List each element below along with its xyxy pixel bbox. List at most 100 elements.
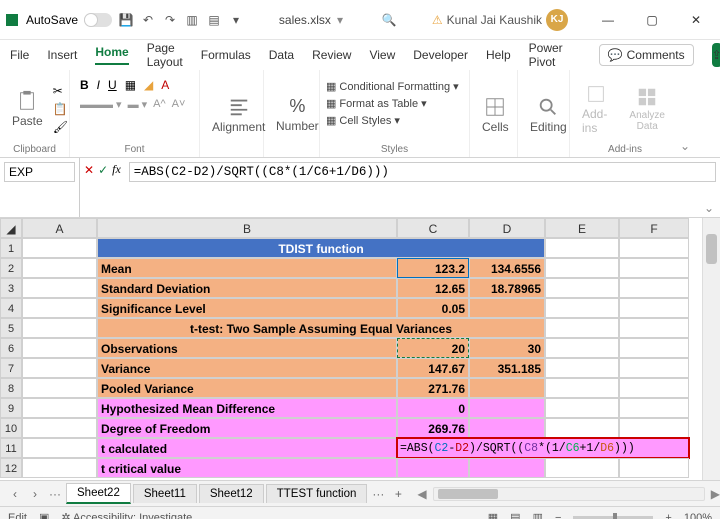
cancel-formula-icon[interactable]: ✕ — [84, 163, 94, 177]
save-icon[interactable]: 💾 — [118, 12, 134, 28]
accept-formula-icon[interactable]: ✓ — [98, 163, 108, 177]
menu-insert[interactable]: Insert — [47, 48, 77, 62]
col-header[interactable]: C — [397, 218, 469, 238]
format-as-table-button[interactable]: ▦ Format as Table ▾ — [326, 97, 427, 110]
user-avatar[interactable]: KJ — [546, 9, 568, 31]
col-header[interactable]: E — [545, 218, 619, 238]
menu-developer[interactable]: Developer — [413, 48, 468, 62]
formula-input[interactable] — [129, 162, 716, 182]
name-box[interactable] — [4, 162, 75, 182]
redo-icon[interactable]: ↷ — [162, 12, 178, 28]
col-header[interactable]: F — [619, 218, 689, 238]
vertical-scrollbar[interactable] — [702, 218, 720, 480]
accessibility-status[interactable]: ✲ Accessibility: Investigate — [61, 511, 192, 519]
col-header[interactable]: D — [469, 218, 545, 238]
cells-button[interactable]: Cells — [476, 94, 515, 136]
menu-data[interactable]: Data — [269, 48, 294, 62]
document-title: sales.xlsx — [279, 13, 331, 27]
maximize-button[interactable]: ▢ — [632, 5, 672, 35]
bold-button[interactable]: B — [80, 78, 89, 92]
cell[interactable] — [22, 238, 97, 258]
row-header[interactable]: 1 — [0, 238, 22, 258]
ribbon: Paste ✂📋🖌 Clipboard B I U ▦ ◢ A ▬▬▬ ▾▬ ▾… — [0, 70, 720, 158]
worksheet-grid[interactable]: ◢ A B C D E F 1 TDIST function 2 Mean 12… — [0, 218, 720, 480]
comments-button[interactable]: 💬 Comments — [599, 44, 694, 66]
select-all-corner[interactable]: ◢ — [0, 218, 22, 238]
zoom-in-icon[interactable]: + — [665, 512, 671, 519]
font-color-button[interactable]: A — [161, 78, 169, 92]
analyze-data-button[interactable]: Analyze Data — [620, 84, 674, 134]
alignment-button[interactable]: Alignment — [206, 94, 271, 136]
new-sheet-button[interactable]: + — [389, 487, 407, 501]
addins-button[interactable]: Add-ins — [576, 81, 616, 137]
sheet-tab[interactable]: TTEST function — [266, 484, 368, 503]
expand-formula-bar-icon[interactable]: ⌄ — [704, 201, 714, 215]
fx-icon[interactable]: fx — [112, 162, 121, 177]
autosave-toggle[interactable] — [84, 13, 112, 27]
menu-home[interactable]: Home — [95, 45, 128, 65]
paste-button[interactable]: Paste — [6, 88, 49, 130]
table-title[interactable]: TDIST function — [97, 238, 545, 258]
fill-color-button[interactable]: ◢ — [144, 78, 153, 92]
autosave-label: AutoSave — [26, 13, 78, 27]
view-normal-icon[interactable]: ▦ — [488, 511, 498, 519]
view-break-icon[interactable]: ▥ — [533, 511, 543, 519]
status-bar: Edit ▣ ✲ Accessibility: Investigate ▦ ▤ … — [0, 506, 720, 519]
col-header[interactable]: A — [22, 218, 97, 238]
cell-c2[interactable]: 123.2 — [397, 258, 469, 278]
user-name: Kunal Jai Kaushik — [447, 13, 542, 27]
search-icon[interactable]: 🔍 — [381, 12, 397, 28]
qat-icon-2[interactable]: ▤ — [206, 12, 222, 28]
cell-d2[interactable]: 134.6556 — [469, 258, 545, 278]
menu-power-pivot[interactable]: Power Pivot — [529, 41, 563, 69]
menu-bar: File Insert Home Page Layout Formulas Da… — [0, 40, 720, 70]
macro-icon[interactable]: ▣ — [39, 511, 49, 519]
minimize-button[interactable]: — — [588, 5, 628, 35]
sheet-tab[interactable]: Sheet11 — [133, 484, 197, 503]
menu-formulas[interactable]: Formulas — [201, 48, 251, 62]
zoom-level[interactable]: 100% — [684, 512, 712, 519]
styles-label: Styles — [326, 144, 463, 155]
qat-dropdown-icon[interactable]: ▾ — [228, 12, 244, 28]
menu-review[interactable]: Review — [312, 48, 351, 62]
zoom-out-icon[interactable]: − — [555, 512, 561, 519]
view-page-icon[interactable]: ▤ — [510, 511, 520, 519]
formula-bar: ✕ ✓ fx ⌄ — [0, 158, 720, 218]
conditional-formatting-button[interactable]: ▦ Conditional Formatting ▾ — [326, 80, 459, 93]
status-mode: Edit — [8, 512, 27, 519]
col-header[interactable]: B — [97, 218, 397, 238]
tab-prev-icon[interactable]: ‹ — [6, 487, 24, 501]
sheet-tabs: ‹ › ··· Sheet22 Sheet11 Sheet12 TTEST fu… — [0, 480, 720, 506]
cell-c6[interactable]: 20 — [397, 338, 469, 358]
cell-d6[interactable]: 30 — [469, 338, 545, 358]
menu-page-layout[interactable]: Page Layout — [147, 41, 183, 69]
sheet-tab[interactable]: Sheet12 — [199, 484, 264, 503]
cut-icon[interactable]: ✂ — [53, 84, 68, 98]
format-painter-icon[interactable]: 🖌 — [53, 120, 68, 134]
tab-more-icon[interactable]: ··· — [46, 487, 64, 501]
font-label: Font — [76, 144, 193, 155]
underline-button[interactable]: U — [108, 78, 117, 92]
menu-file[interactable]: File — [10, 48, 29, 62]
editing-button[interactable]: Editing — [524, 94, 573, 136]
share-button[interactable]: ⇪ — [712, 43, 720, 67]
sheet-tab[interactable]: Sheet22 — [66, 483, 131, 504]
italic-button[interactable]: I — [97, 78, 100, 92]
menu-view[interactable]: View — [369, 48, 395, 62]
border-button[interactable]: ▦ — [125, 78, 136, 92]
active-cell-formula[interactable]: =ABS(C2-D2)/SQRT((C8*(1/C6+1/D6))) — [397, 438, 689, 458]
menu-help[interactable]: Help — [486, 48, 511, 62]
horizontal-scrollbar[interactable] — [433, 487, 705, 501]
undo-icon[interactable]: ↶ — [140, 12, 156, 28]
copy-icon[interactable]: 📋 — [53, 102, 68, 116]
cell-c8[interactable]: 271.76 — [397, 378, 469, 398]
excel-icon — [4, 12, 20, 28]
cell-styles-button[interactable]: ▦ Cell Styles ▾ — [326, 114, 400, 127]
close-button[interactable]: ✕ — [676, 5, 716, 35]
collapse-ribbon-icon[interactable]: ⌄ — [680, 70, 696, 157]
label-mean[interactable]: Mean — [97, 258, 397, 278]
qat-icon[interactable]: ▥ — [184, 12, 200, 28]
tab-next-icon[interactable]: › — [26, 487, 44, 501]
zoom-slider[interactable] — [573, 516, 653, 519]
number-button[interactable]: %Number — [270, 94, 325, 135]
